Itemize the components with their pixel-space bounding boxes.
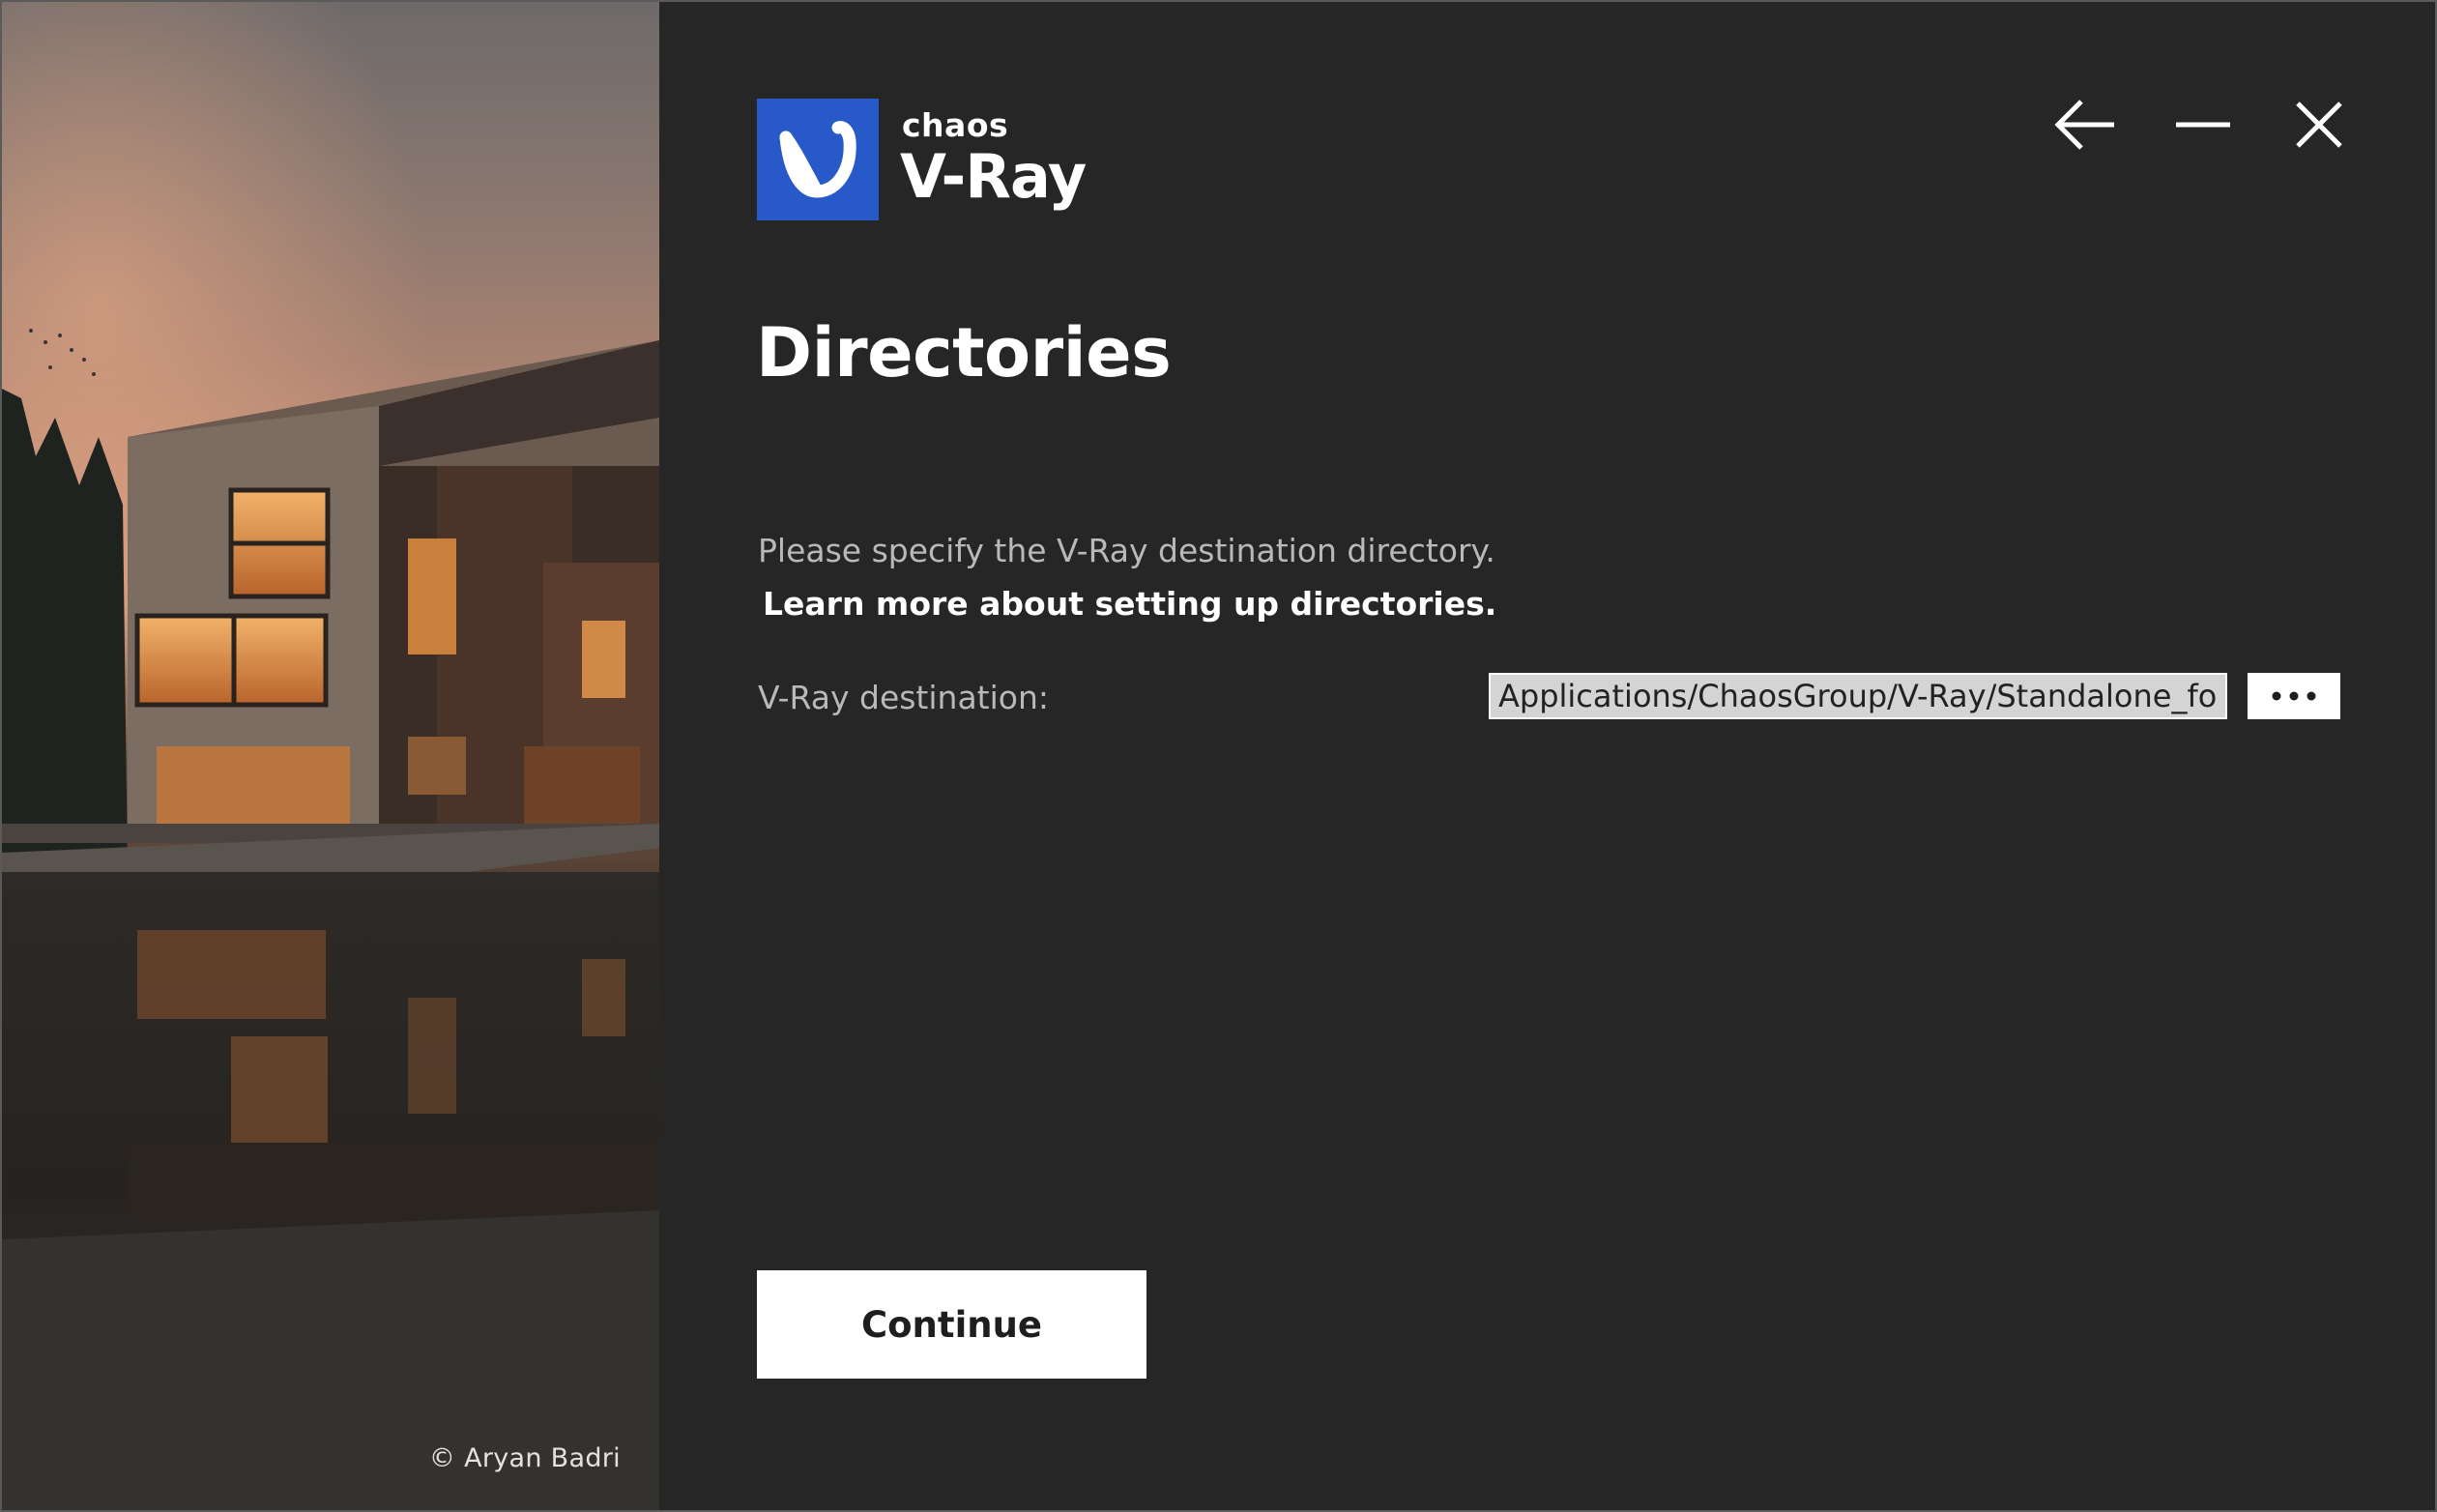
learn-more-link[interactable]: Learn more about setting up directories.	[763, 585, 1496, 623]
page-title: Directories	[756, 313, 1172, 393]
page-description: Please specify the V-Ray destination dir…	[758, 532, 1495, 569]
hero-image-panel: © Aryan Badri	[2, 2, 659, 1510]
logo-brand-text: chaos	[902, 106, 1009, 144]
browse-button[interactable]	[2248, 673, 2340, 719]
content-panel: chaos V-Ray Directories Please specify t…	[659, 2, 2435, 1510]
close-button[interactable]	[2285, 91, 2353, 159]
installer-window: © Aryan Badri chaos V-Ray Directories Pl…	[0, 0, 2437, 1512]
minimize-button[interactable]	[2169, 91, 2237, 159]
vray-logo: chaos V-Ray	[757, 99, 1124, 224]
ellipsis-icon	[2272, 691, 2316, 701]
hero-house-illustration	[2, 2, 659, 1510]
vray-v-icon	[779, 121, 856, 198]
continue-button[interactable]: Continue	[757, 1270, 1146, 1379]
close-icon	[2296, 102, 2342, 148]
back-button[interactable]	[2051, 91, 2119, 159]
hero-credit: © Aryan Badri	[428, 1443, 621, 1473]
destination-label: V-Ray destination:	[758, 679, 1050, 716]
destination-path-input[interactable]	[1489, 673, 2227, 719]
vray-logo-mark	[757, 99, 879, 220]
minimize-icon	[2176, 122, 2230, 128]
back-arrow-icon	[2054, 100, 2114, 150]
logo-product-text: V-Ray	[900, 141, 1087, 212]
